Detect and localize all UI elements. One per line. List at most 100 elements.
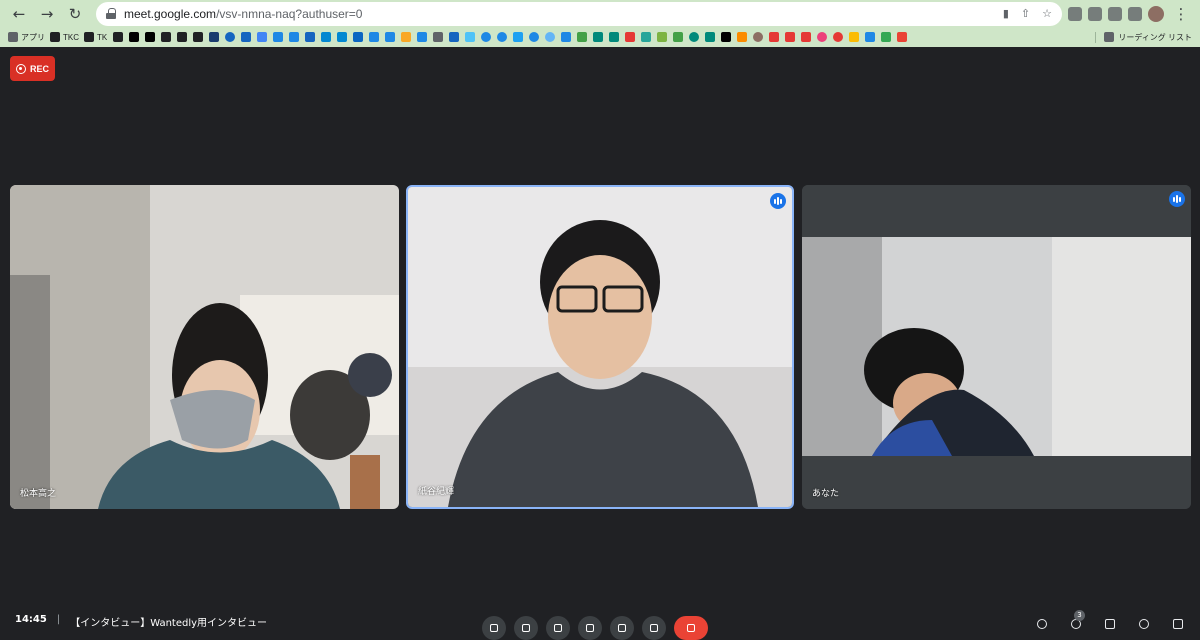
bookmark-item[interactable]: [576, 31, 587, 43]
bookmark-item[interactable]: [768, 31, 779, 43]
speaking-indicator-icon: [770, 193, 786, 209]
address-bar[interactable]: meet.google.com/vsv-nmna-naq?authuser=0 …: [96, 2, 1062, 26]
bookmark-item[interactable]: [304, 31, 315, 43]
sidebar-icon[interactable]: [1128, 7, 1142, 21]
bookmark-item[interactable]: [864, 31, 875, 43]
bookmark-item[interactable]: [272, 31, 283, 43]
bookmark-item[interactable]: [608, 31, 619, 43]
box-icon: [289, 32, 299, 42]
clock: 14:45: [15, 614, 47, 629]
drive-icon: [385, 32, 395, 42]
hang-up-icon: [687, 624, 695, 632]
more-options-button[interactable]: [642, 616, 666, 640]
bookmark-item[interactable]: TKC: [50, 31, 79, 43]
doc-icon: [417, 32, 427, 42]
bookmark-item[interactable]: [592, 31, 603, 43]
omnibox-actions: ▮ ⇧ ☆: [1003, 7, 1052, 20]
tkc-icon: [50, 32, 60, 42]
bookmark-item[interactable]: [208, 31, 219, 43]
participant-tile[interactable]: 松本高之: [10, 185, 399, 509]
participant-tile-active-speaker[interactable]: 紙谷紀輝: [406, 185, 794, 509]
bookmark-item[interactable]: [336, 31, 347, 43]
tag-icon: [705, 32, 715, 42]
microphone-button[interactable]: [482, 616, 506, 640]
bookmark-item[interactable]: [672, 31, 683, 43]
bookmark-item[interactable]: [320, 31, 331, 43]
bookmark-item[interactable]: TK: [84, 31, 107, 43]
bookmark-item[interactable]: [112, 31, 123, 43]
bookmark-item[interactable]: [448, 31, 459, 43]
bookmark-item[interactable]: [464, 31, 475, 43]
forward-icon[interactable]: →: [36, 3, 58, 25]
bookmark-item[interactable]: [512, 31, 523, 43]
bookmark-item[interactable]: [720, 31, 731, 43]
bookmark-item[interactable]: [368, 31, 379, 43]
circle-icon: [833, 32, 843, 42]
bookmark-item[interactable]: [240, 31, 251, 43]
bookmark-item[interactable]: [480, 31, 491, 43]
participant-name: 紙谷紀輝: [418, 484, 454, 497]
bookmark-star-icon[interactable]: ☆: [1042, 7, 1052, 20]
bookmark-item[interactable]: [656, 31, 667, 43]
hr-icon: [113, 32, 123, 42]
bookmark-item[interactable]: [736, 31, 747, 43]
bookmark-item[interactable]: [528, 31, 539, 43]
bookmark-item[interactable]: [224, 31, 235, 43]
browser-chrome: ← → ↻ meet.google.com/vsv-nmna-naq?authu…: [0, 0, 1200, 47]
puzzle-icon[interactable]: [1108, 7, 1122, 21]
profile-avatar[interactable]: [1148, 6, 1164, 22]
participant-count-badge: 3: [1074, 610, 1085, 621]
bookmark-item[interactable]: [416, 31, 427, 43]
participant-video: [10, 185, 399, 509]
extension-icon[interactable]: [1088, 7, 1102, 21]
present-button[interactable]: [610, 616, 634, 640]
bookmark-item[interactable]: [432, 31, 443, 43]
bookmark-item[interactable]: [560, 31, 571, 43]
bookmark-item[interactable]: [128, 31, 139, 43]
extension-icon[interactable]: [1068, 7, 1082, 21]
bookmark-item[interactable]: [352, 31, 363, 43]
raise-hand-button[interactable]: [578, 616, 602, 640]
leave-call-button[interactable]: [674, 616, 708, 640]
bookmark-item[interactable]: [784, 31, 795, 43]
bookmark-item[interactable]: [384, 31, 395, 43]
grid-icon: [433, 32, 443, 42]
bookmark-label: アプリ: [21, 32, 45, 43]
bookmark-item[interactable]: [400, 31, 411, 43]
participant-video: [802, 185, 1191, 509]
bookmark-item[interactable]: [896, 31, 907, 43]
participant-tile-self[interactable]: あなた: [802, 185, 1191, 509]
share-icon[interactable]: ⇧: [1021, 7, 1030, 20]
menu-dots-icon[interactable]: ⋮: [1170, 3, 1192, 25]
microphone-icon: [490, 624, 498, 632]
bookmark-item[interactable]: [752, 31, 763, 43]
bookmark-item[interactable]: [176, 31, 187, 43]
bookmark-item[interactable]: アプリ: [8, 31, 45, 43]
bookmark-item[interactable]: [160, 31, 171, 43]
bookmark-item[interactable]: [624, 31, 635, 43]
bookmark-item[interactable]: [832, 31, 843, 43]
bookmark-item[interactable]: [640, 31, 651, 43]
camera-button[interactable]: [514, 616, 538, 640]
drive-icon: [849, 32, 859, 42]
bookmark-item[interactable]: [192, 31, 203, 43]
reading-list[interactable]: リーディング リスト: [1095, 32, 1192, 43]
bookmark-item[interactable]: [496, 31, 507, 43]
bookmark-item[interactable]: [544, 31, 555, 43]
camera-icon[interactable]: ▮: [1003, 7, 1009, 20]
bookmark-item[interactable]: [688, 31, 699, 43]
bookmark-item[interactable]: [880, 31, 891, 43]
bookmark-item[interactable]: [816, 31, 827, 43]
bookmark-item[interactable]: [800, 31, 811, 43]
bookmark-item[interactable]: [144, 31, 155, 43]
bookmark-item[interactable]: [848, 31, 859, 43]
back-icon[interactable]: ←: [8, 3, 30, 25]
star-icon: [737, 32, 747, 42]
bookmark-item[interactable]: [256, 31, 267, 43]
bookmark-item[interactable]: [288, 31, 299, 43]
recording-indicator: REC: [10, 56, 55, 81]
bookmark-item[interactable]: [704, 31, 715, 43]
reload-icon[interactable]: ↻: [64, 3, 86, 25]
captions-button[interactable]: [546, 616, 570, 640]
participant-video: [408, 187, 792, 507]
